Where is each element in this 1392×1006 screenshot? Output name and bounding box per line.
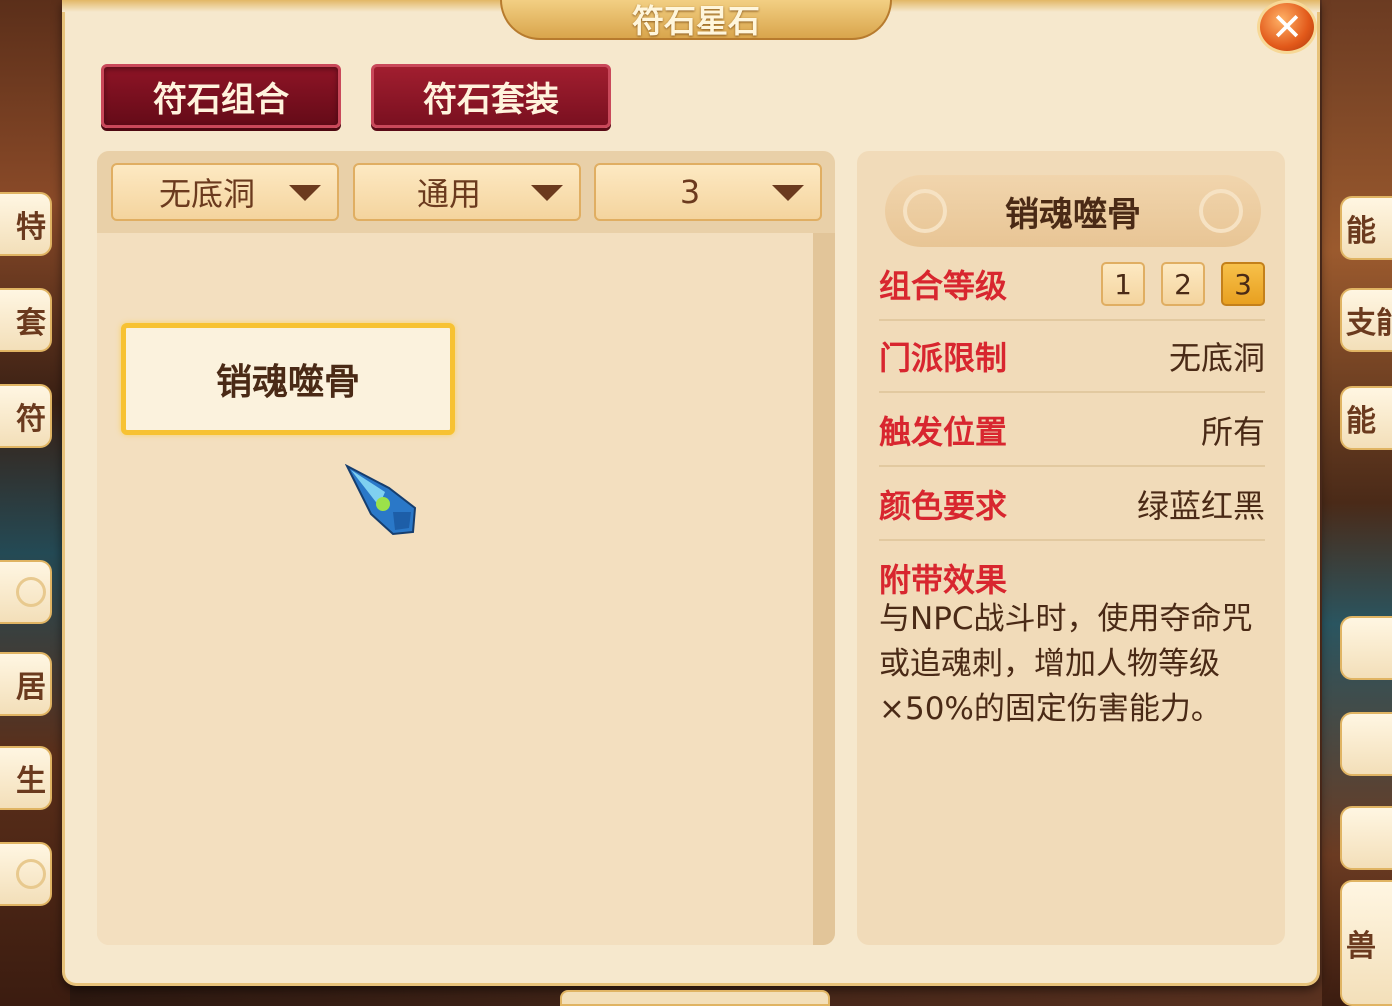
cloud-ornament-icon — [903, 189, 947, 233]
swirl-icon — [16, 577, 46, 607]
side-tab-right-6[interactable] — [1340, 806, 1392, 870]
side-tab-left-3[interactable]: 符 — [0, 384, 52, 448]
effect-description: 与NPC战斗时，使用夺命咒或追魂刺，增加人物等级×50%的固定伤害能力。 — [879, 601, 1253, 727]
combo-list-panel: 无底洞 通用 3 销魂噬骨 — [97, 151, 835, 945]
list-item[interactable]: 销魂噬骨 — [121, 323, 455, 435]
side-tab-left-6[interactable]: 生 — [0, 746, 52, 810]
side-tab-right-1[interactable]: 能 — [1340, 196, 1392, 260]
side-tab-right-4[interactable] — [1340, 616, 1392, 680]
level-filter-dropdown[interactable]: 3 — [594, 163, 822, 221]
level-button-3[interactable]: 3 — [1221, 262, 1265, 306]
combo-name-banner: 销魂噬骨 — [885, 175, 1261, 247]
scrollbar[interactable] — [813, 233, 835, 945]
type-filter-dropdown[interactable]: 通用 — [353, 163, 581, 221]
combo-list[interactable]: 销魂噬骨 — [97, 233, 813, 945]
side-tab-right-3[interactable]: 能 — [1340, 386, 1392, 450]
close-button[interactable]: ✕ — [1257, 0, 1317, 54]
side-tab-right-2[interactable]: 支能 — [1340, 288, 1392, 352]
level-button-2[interactable]: 2 — [1161, 262, 1205, 306]
filter-bar: 无底洞 通用 3 — [97, 151, 835, 233]
chevron-down-icon — [289, 185, 321, 201]
side-tab-left-7[interactable] — [0, 842, 52, 906]
chevron-down-icon — [772, 185, 804, 201]
effect-label: 附带效果 — [879, 561, 1008, 599]
window-title: 符石星石 — [631, 2, 760, 40]
close-icon: ✕ — [1271, 5, 1303, 49]
level-button-1[interactable]: 1 — [1101, 262, 1145, 306]
combo-name: 销魂噬骨 — [1005, 194, 1141, 235]
color-requirement-row: 颜色要求 绿蓝红黑 — [879, 469, 1265, 541]
level-selector: 1 2 3 — [1101, 262, 1265, 306]
gem-cursor-icon — [345, 463, 417, 536]
sect-limit-row: 门派限制 无底洞 — [879, 321, 1265, 393]
chevron-down-icon — [531, 185, 563, 201]
tab-rune-combo[interactable]: 符石组合 — [101, 64, 341, 128]
trigger-position-row: 触发位置 所有 — [879, 395, 1265, 467]
combo-detail-panel: 销魂噬骨 组合等级 1 2 3 门派限制 无底洞 触发位置 所有 颜色要求 绿蓝… — [857, 151, 1285, 945]
bottom-bar — [560, 990, 830, 1006]
tab-rune-set[interactable]: 符石套装 — [371, 64, 611, 128]
side-tab-left-5[interactable]: 居 — [0, 652, 52, 716]
side-tab-right-5[interactable] — [1340, 712, 1392, 776]
side-tab-right-7[interactable]: 兽 — [1340, 880, 1392, 1006]
side-tab-left-2[interactable]: 套 — [0, 288, 52, 352]
title-bar: 符石星石 — [500, 0, 892, 40]
combo-level-row: 组合等级 1 2 3 — [879, 249, 1265, 321]
side-tab-left-4[interactable] — [0, 560, 52, 624]
side-tab-left-1[interactable]: 特 — [0, 192, 52, 256]
cloud-ornament-icon — [1199, 189, 1243, 233]
swirl-icon — [16, 859, 46, 889]
sect-filter-dropdown[interactable]: 无底洞 — [111, 163, 339, 221]
